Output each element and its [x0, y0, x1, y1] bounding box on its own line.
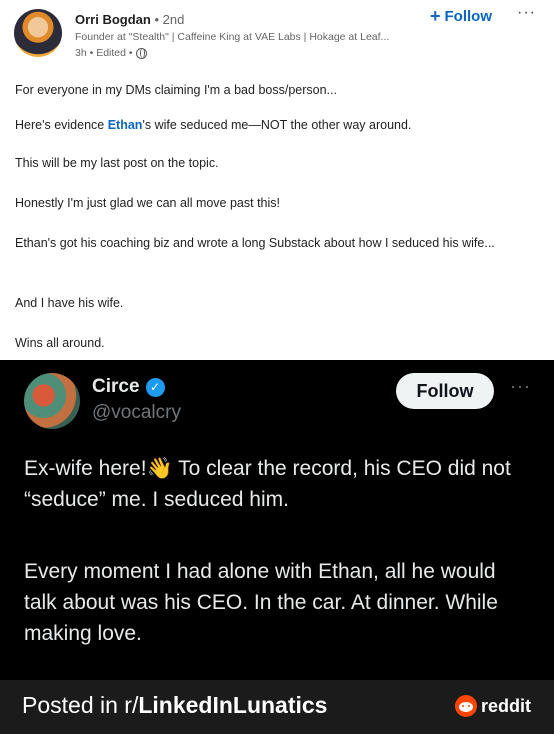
author-name-line[interactable]: Orri Bogdan • 2nd	[75, 12, 184, 27]
post-paragraph: Here's evidence Ethan's wife seduced me—…	[15, 115, 535, 135]
reddit-footer: Posted in r/LinkedInLunatics reddit	[0, 680, 554, 734]
author-headline: Founder at "Stealth" | Caffeine King at …	[75, 31, 390, 43]
post-meta: 3h • Edited •	[75, 47, 147, 59]
reddit-logo: reddit	[455, 695, 531, 717]
post-paragraph: Honestly I'm just glad we can all move p…	[15, 196, 281, 210]
reddit-wordmark: reddit	[481, 695, 532, 716]
tweet-more-icon[interactable]: ···	[510, 376, 531, 397]
post-paragraph: This will be my last post on the topic.	[15, 156, 219, 170]
linkedin-follow-button[interactable]: + Follow	[430, 7, 492, 25]
globe-icon	[135, 47, 147, 59]
post-paragraph: Wins all around.	[15, 336, 105, 350]
plus-icon: +	[430, 6, 441, 26]
posted-in-text: Posted in r/LinkedInLunatics	[22, 692, 327, 719]
post-text: 's wife seduced me—NOT the other way aro…	[142, 118, 412, 132]
mention-link[interactable]: Ethan	[108, 118, 143, 132]
author-name[interactable]: Orri Bogdan	[75, 12, 151, 27]
tweet-avatar[interactable]	[24, 373, 80, 429]
linkedin-post: Orri Bogdan • 2nd Founder at "Stealth" |…	[0, 0, 554, 360]
reddit-snoo-icon	[455, 695, 477, 717]
tweet-name-line[interactable]: Circe ✓	[92, 376, 165, 398]
tweet-author-name[interactable]: Circe	[92, 376, 140, 398]
tweet-text: Ex-wife here!	[24, 457, 147, 480]
author-avatar[interactable]	[14, 9, 62, 57]
verified-badge-icon: ✓	[145, 377, 165, 397]
tweet-handle[interactable]: @vocalcry	[92, 402, 181, 424]
post-paragraph: For everyone in my DMs claiming I'm a ba…	[15, 83, 337, 97]
waving-hand-icon: 👋	[146, 457, 173, 480]
tweet-card: Circe ✓ @vocalcry Follow ··· Ex-wife her…	[0, 360, 554, 680]
post-text: Here's evidence	[15, 118, 108, 132]
tweet-paragraph: Every moment I had alone with Ethan, all…	[24, 560, 498, 645]
post-time: 3h • Edited •	[75, 47, 133, 59]
tweet-follow-button[interactable]: Follow	[396, 373, 494, 409]
follow-label: Follow	[444, 7, 493, 25]
posted-in-label: Posted in r/	[22, 692, 139, 718]
connection-degree: • 2nd	[150, 12, 185, 27]
post-paragraph: And I have his wife.	[15, 296, 124, 310]
post-paragraph: Ethan's got his coaching biz and wrote a…	[15, 236, 495, 250]
tweet-paragraph: Ex-wife here!👋 To clear the record, his …	[24, 453, 534, 515]
subreddit-link[interactable]: LinkedInLunatics	[138, 692, 327, 718]
more-options-icon[interactable]: ···	[517, 4, 536, 22]
